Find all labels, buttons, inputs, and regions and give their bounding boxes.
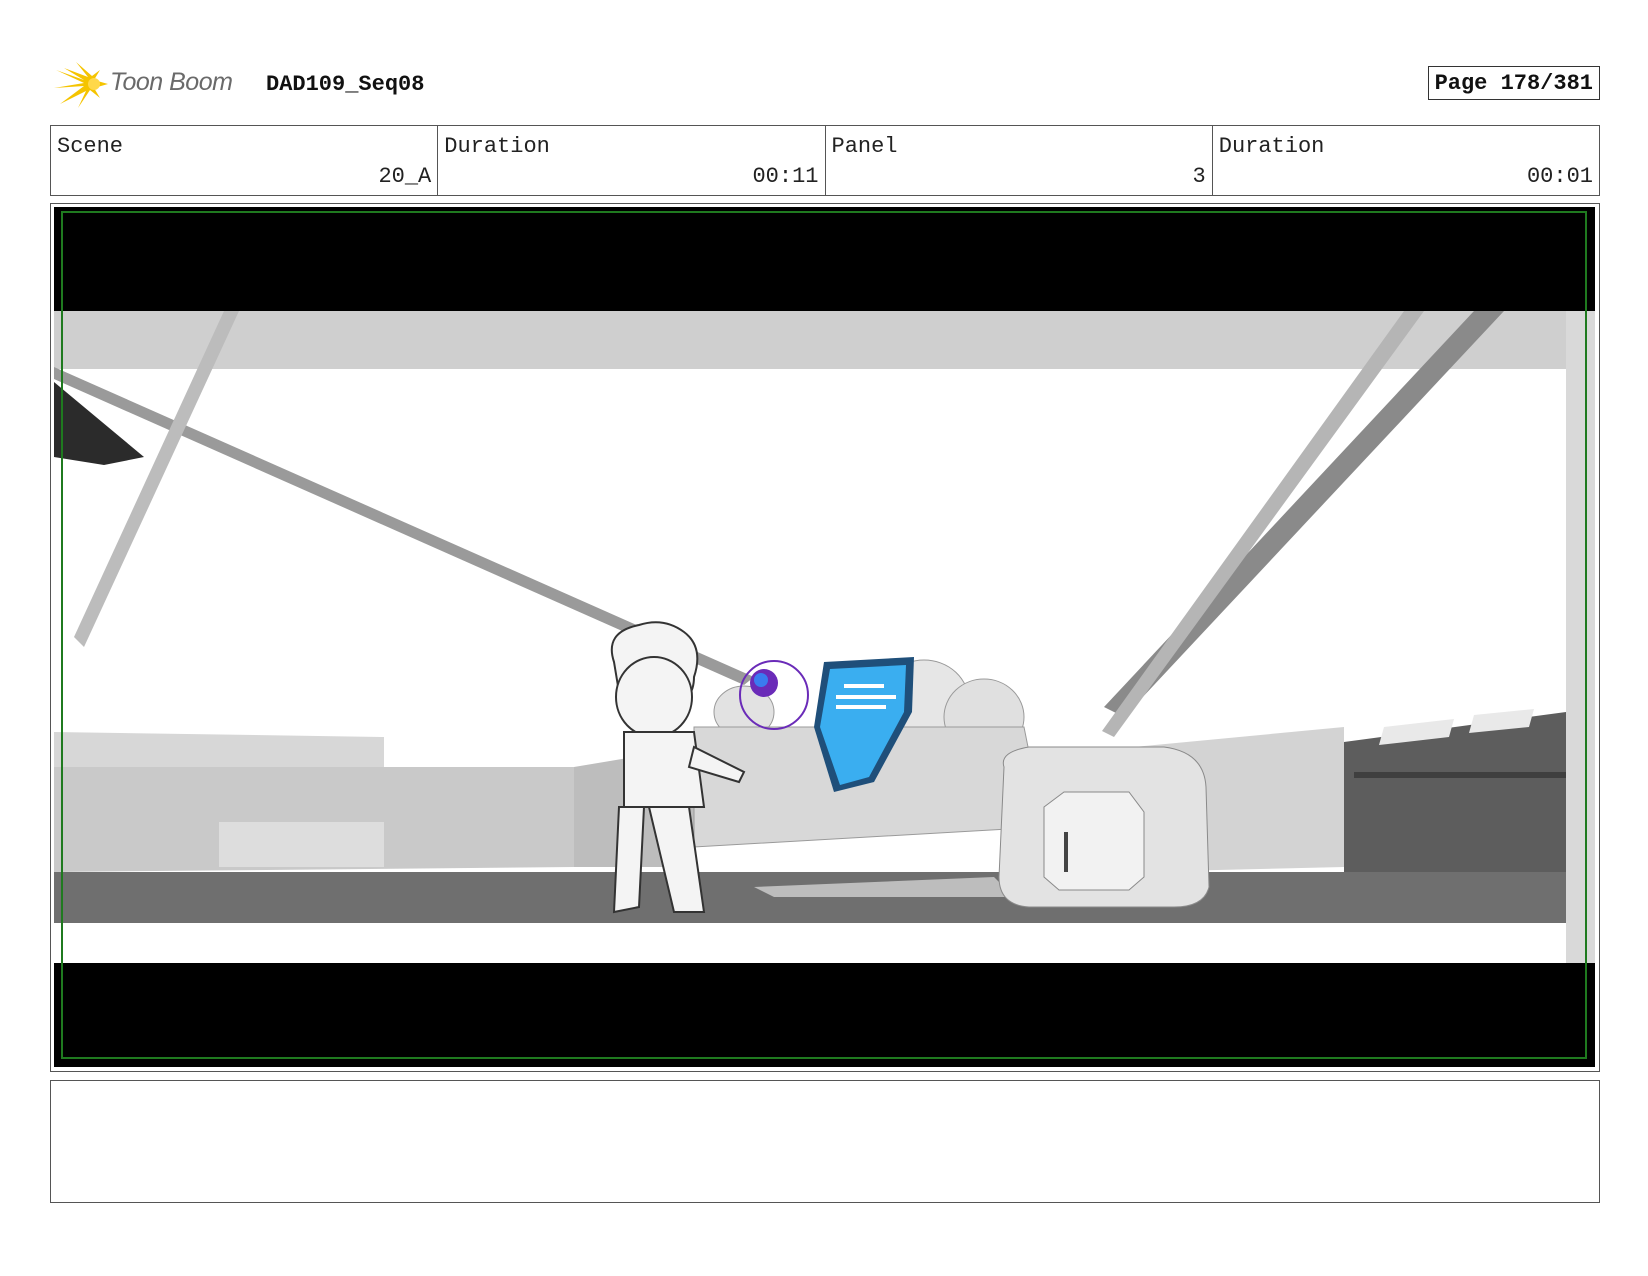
page-header: Toon Boom DAD109_Seq08 Page 178/381 (50, 58, 1600, 110)
panel-duration-value: 00:01 (1526, 164, 1593, 189)
ceiling-band (54, 311, 1595, 369)
logo-text: Toon Boom (110, 68, 233, 96)
right-wall-strip (1566, 311, 1595, 963)
panel-cell: Panel 3 (826, 126, 1213, 195)
panel-label: Panel (831, 134, 898, 159)
panel-duration-cell: Duration 00:01 (1213, 126, 1599, 195)
floor (54, 872, 1566, 923)
page-indicator: Page 178/381 (1427, 66, 1600, 100)
notes-box[interactable] (50, 1080, 1600, 1203)
toon-boom-logo-icon (54, 62, 108, 108)
panel-value: 3 (1192, 164, 1206, 189)
panel-duration-label: Duration (1218, 134, 1325, 159)
project-title: DAD109_Seq08 (266, 72, 425, 97)
storyboard-panel-image (54, 207, 1595, 1067)
scene-info-table: Scene 20_A Duration 00:11 Panel 3 Durati… (50, 125, 1600, 196)
scene-value: 20_A (378, 164, 432, 189)
scene-duration-cell: Duration 00:11 (438, 126, 826, 195)
scene-duration-label: Duration (444, 134, 550, 159)
scene-cell: Scene 20_A (51, 126, 439, 195)
scene-duration-value: 00:11 (752, 164, 819, 189)
scene-label: Scene (57, 134, 124, 159)
panel-frame (50, 203, 1600, 1072)
